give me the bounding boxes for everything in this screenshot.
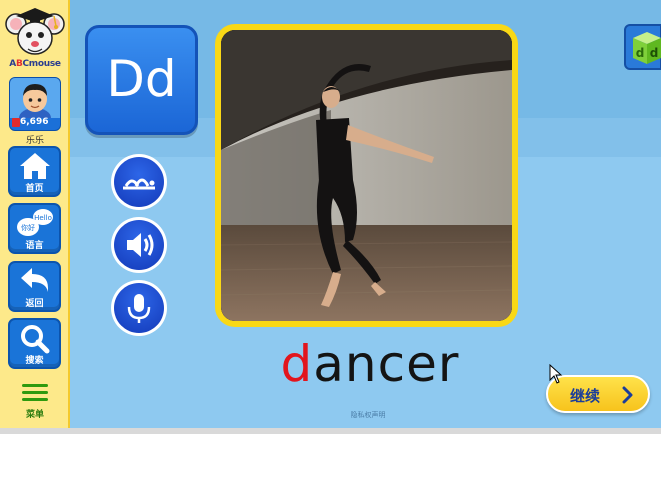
lesson-word: dancer	[262, 334, 478, 394]
sidebar: ABCmouse 6,696 乐乐 首页 Hello 你好 语言 返回 搜索 菜…	[0, 0, 70, 428]
nav-language-button[interactable]: Hello 你好 语言	[8, 203, 61, 254]
menu-label: 菜单	[25, 410, 44, 420]
language-speech-icon: Hello 你好	[17, 209, 53, 236]
nav-home-button[interactable]: 首页	[8, 146, 61, 197]
word-first-letter: d	[280, 335, 314, 393]
search-icon	[21, 325, 50, 354]
letter-cube-button[interactable]: d d	[624, 24, 661, 70]
mouse-cursor-icon	[549, 364, 563, 384]
menu-button[interactable]: 菜单	[10, 381, 60, 421]
speaker-icon	[127, 233, 154, 257]
logo-wordmark: ABCmouse	[4, 59, 66, 69]
avatar-name: 乐乐	[25, 136, 44, 146]
logo-letter-a: A	[9, 59, 16, 69]
svg-text:你好: 你好	[21, 223, 35, 232]
dancer-photo	[221, 30, 512, 321]
ticket-count: 6,696	[20, 117, 49, 127]
abcmouse-logo[interactable]: ABCmouse	[4, 2, 66, 70]
microphone-button[interactable]	[111, 280, 167, 336]
nav-search-button[interactable]: 搜索	[8, 318, 61, 369]
home-icon	[20, 153, 50, 179]
continue-label: 继续	[570, 387, 601, 405]
avatar-boy-icon	[10, 78, 60, 118]
syllable-icon	[123, 178, 155, 190]
svg-text:Hello: Hello	[34, 214, 52, 222]
dancer-image	[221, 30, 512, 321]
hamburger-menu-icon	[22, 384, 48, 401]
word-rest: ancer	[313, 335, 460, 393]
svg-text:d: d	[650, 46, 659, 60]
letter-cube-icon: d d	[633, 32, 661, 64]
photo-frame	[215, 24, 518, 327]
back-arrow-icon	[21, 268, 48, 292]
syllable-button[interactable]	[111, 154, 167, 210]
speaker-button[interactable]	[111, 217, 167, 273]
nav-back-button[interactable]: 返回	[8, 261, 61, 312]
nav-language-label: 语言	[25, 241, 44, 251]
chevron-right-icon	[622, 386, 633, 404]
logo-letters-cmouse: Cmouse	[22, 59, 62, 69]
nav-home-label: 首页	[25, 184, 44, 194]
ticket-icon	[12, 118, 20, 127]
mouse-logo-icon	[5, 8, 65, 55]
nav-search-label: 搜索	[25, 356, 44, 366]
svg-text:d: d	[636, 46, 645, 60]
nav-back-label: 返回	[25, 299, 44, 309]
privacy-link[interactable]: 隐私权声明	[300, 410, 436, 420]
letter-tile: Dd	[85, 25, 198, 135]
letter-text: Dd	[106, 50, 177, 108]
microphone-icon	[127, 294, 151, 323]
avatar[interactable]: 6,696	[9, 77, 61, 131]
lesson-stage: ABCmouse 6,696 乐乐 首页 Hello 你好 语言 返回 搜索 菜…	[0, 0, 661, 428]
page-background	[0, 434, 661, 484]
